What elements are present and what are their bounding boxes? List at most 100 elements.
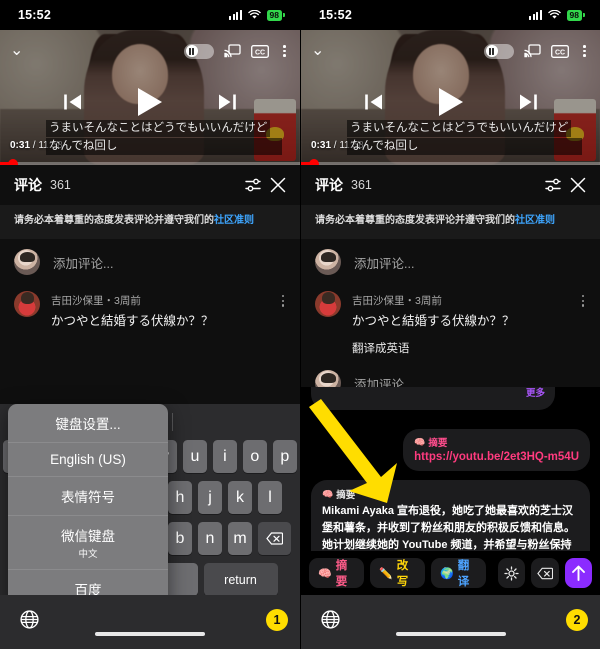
cast-icon[interactable]	[224, 44, 242, 58]
kebab-menu-icon[interactable]	[579, 42, 590, 60]
menu-item-keyboard-settings[interactable]: 键盘设置...	[8, 404, 168, 443]
comments-section: 评论 361 请务必本着尊重的态度发表评论并遵守我们的社区准则 添加评论...	[0, 165, 300, 332]
previous-track-icon[interactable]	[61, 92, 83, 117]
more-link[interactable]: 更多	[321, 387, 545, 402]
menu-item-emoji[interactable]: 表情符号	[8, 477, 168, 516]
status-bar: 15:52 98	[0, 0, 300, 30]
menu-item-english-us[interactable]: English (US)	[8, 443, 168, 477]
meta-separator: ・	[103, 295, 115, 307]
key-h[interactable]: h	[167, 481, 193, 514]
dual-panel-screenshot: 15:52 98 ⌄ CC 0:31 / うまいそんなことはどうでもいいんだけど…	[0, 0, 600, 649]
translate-to-english-link[interactable]: 翻译成英语	[301, 332, 600, 360]
chat-bubble-clipped: 的 YouTube 频道，并希望与粉丝保持联系。 更多	[311, 387, 555, 410]
youtube-url[interactable]: https://youtu.be/2et3HQ-m54U	[414, 451, 579, 463]
globe-icon[interactable]	[20, 610, 39, 634]
battery-badge: 98	[566, 9, 586, 21]
key-p[interactable]: p	[272, 440, 298, 473]
key-l[interactable]: l	[257, 481, 283, 514]
translate-button[interactable]: 🌍 翻译	[431, 558, 487, 588]
svg-text:CC: CC	[255, 49, 265, 56]
autoplay-toggle[interactable]	[184, 43, 215, 59]
next-track-icon[interactable]	[518, 92, 540, 117]
home-indicator	[95, 632, 205, 636]
play-icon[interactable]	[135, 86, 165, 123]
close-icon[interactable]	[270, 177, 286, 193]
close-icon[interactable]	[570, 177, 586, 193]
return-key[interactable]: return	[203, 563, 278, 596]
add-comment-row[interactable]: 添加评论...	[0, 239, 300, 285]
cast-icon[interactable]	[524, 44, 542, 58]
status-time: 15:52	[319, 8, 352, 22]
add-comment-row[interactable]: 添加评论...	[301, 239, 600, 285]
summary-button[interactable]: 🧠 摘要	[309, 558, 365, 588]
community-guidelines-link[interactable]: 社区准则	[515, 215, 555, 226]
menu-item-label: 键盘设置...	[55, 417, 121, 432]
backspace-icon[interactable]	[257, 522, 291, 555]
meta-separator: ・	[404, 295, 416, 307]
wifi-icon	[247, 10, 261, 20]
play-icon[interactable]	[436, 86, 466, 123]
closed-caption-icon[interactable]: CC	[251, 44, 270, 58]
community-guideline-banner: 请务必本着尊重的态度发表评论并遵守我们的社区准则	[0, 205, 300, 239]
previous-track-icon[interactable]	[362, 92, 384, 117]
brain-icon: 🧠	[322, 488, 334, 499]
caption-line-2: なんでね回し	[46, 138, 282, 155]
time-separator: /	[32, 140, 36, 151]
guideline-text: 请务必本着尊重的态度发表评论并遵守我们的	[315, 215, 515, 226]
current-time: 0:31	[10, 140, 31, 151]
autoplay-toggle[interactable]	[484, 43, 515, 59]
chat-bubble-url[interactable]: 🧠 摘要 https://youtu.be/2et3HQ-m54U	[403, 429, 590, 471]
video-captions: うまいそんなことはどうでもいいんだけど なんでね回し	[347, 118, 582, 155]
guideline-text: 请务必本着尊重的态度发表评论并遵守我们的	[14, 215, 214, 226]
key-b[interactable]: b	[167, 522, 193, 555]
comment-author: 吉田沙保里	[51, 295, 104, 307]
key-u[interactable]: u	[182, 440, 208, 473]
current-time: 0:31	[311, 140, 332, 151]
summary-tag-label: 摘要	[428, 438, 448, 449]
comments-title: 评论	[315, 177, 343, 193]
globe-icon[interactable]	[321, 610, 340, 634]
menu-item-wechat-keyboard[interactable]: 微信键盘 中文	[8, 516, 168, 570]
caption-line-1: うまいそんなことはどうでもいいんだけど	[46, 120, 271, 137]
key-i[interactable]: i	[212, 440, 238, 473]
backspace-icon[interactable]	[531, 558, 559, 588]
rewrite-button[interactable]: ✏️ 改写	[370, 558, 426, 588]
comments-count: 361	[50, 178, 71, 192]
send-button[interactable]	[564, 558, 592, 588]
clipped-message-bubble: 的 YouTube 频道，并希望与粉丝保持联系。 更多	[311, 387, 590, 421]
sort-filter-icon[interactable]	[545, 178, 562, 192]
svg-text:CC: CC	[555, 49, 565, 56]
comments-count: 361	[351, 178, 372, 192]
kebab-menu-icon[interactable]	[279, 42, 290, 60]
assistant-toolbar: 🧠 摘要 ✏️ 改写 🌍 翻译	[301, 551, 600, 595]
brain-icon: 🧠	[318, 567, 332, 580]
globe-color-icon: 🌍	[440, 567, 454, 580]
video-player[interactable]: ⌄ CC 0:31 / うまいそんなことはどうでもいいんだけど なんでね回し	[0, 30, 300, 165]
kebab-menu-icon[interactable]	[280, 291, 286, 307]
add-comment-placeholder: 添加评论...	[53, 256, 114, 271]
cellular-signal-icon	[529, 10, 542, 20]
kebab-menu-icon[interactable]	[580, 291, 586, 307]
next-track-icon[interactable]	[217, 92, 239, 117]
video-player[interactable]: ⌄ CC 0:31 / うまいそんなことはどうでもいいんだけど なんでね回し	[301, 30, 600, 165]
chevron-down-icon[interactable]: ⌄	[10, 43, 23, 59]
comment-text: かつやと結婚する伏線か？？	[352, 314, 515, 328]
player-top-controls: ⌄ CC	[301, 30, 600, 72]
menu-item-sublabel: 中文	[78, 549, 98, 560]
avatar	[315, 291, 341, 317]
comment-text: かつやと結婚する伏線か？？	[51, 314, 214, 328]
sort-filter-icon[interactable]	[245, 178, 262, 192]
home-indicator	[395, 632, 506, 636]
community-guidelines-link[interactable]: 社区准则	[214, 215, 254, 226]
bottom-bar: 2	[301, 595, 600, 649]
key-k[interactable]: k	[227, 481, 253, 514]
closed-caption-icon[interactable]: CC	[551, 44, 570, 58]
summary-tag: 🧠 摘要	[414, 435, 579, 450]
chevron-down-icon[interactable]: ⌄	[311, 43, 324, 59]
key-n[interactable]: n	[197, 522, 223, 555]
battery-badge: 98	[266, 9, 286, 21]
key-j[interactable]: j	[197, 481, 223, 514]
gear-icon[interactable]	[498, 558, 526, 588]
key-m[interactable]: m	[227, 522, 253, 555]
key-o[interactable]: o	[242, 440, 268, 473]
